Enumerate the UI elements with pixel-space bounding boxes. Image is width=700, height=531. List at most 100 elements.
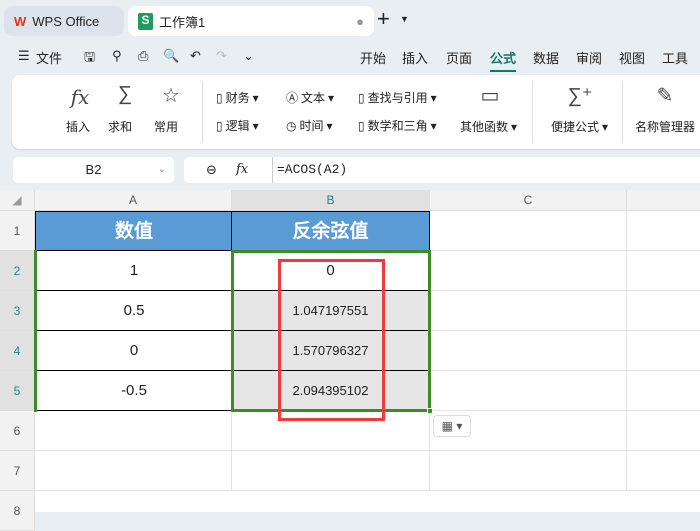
fx-icon[interactable]: fx bbox=[65, 85, 95, 109]
select-all-corner[interactable]: ◢ bbox=[0, 190, 35, 211]
lookup-button[interactable]: ▯ 查找与引用 ▾ bbox=[358, 89, 437, 106]
row-header[interactable]: 8 bbox=[0, 491, 35, 531]
more-icon[interactable]: ⌄ bbox=[243, 48, 254, 64]
cell[interactable] bbox=[35, 451, 232, 491]
menu-file[interactable]: 文件 bbox=[36, 48, 62, 67]
star-icon[interactable]: ☆ bbox=[156, 83, 186, 108]
logic-button[interactable]: ▯ 逻辑 ▾ bbox=[216, 117, 259, 134]
label: 数学和三角 bbox=[367, 119, 428, 133]
cell-a4[interactable]: 0 bbox=[35, 330, 233, 371]
row-header[interactable]: 4 bbox=[0, 331, 35, 371]
share-icon[interactable]: ⚲ bbox=[112, 48, 122, 64]
ribbon: fx 插入 ∑ 求和 ☆ 常用 ▯ 财务 ▾ ▯ 逻辑 ▾ Ⓐ 文本 ▾ ◷ 时间 ▾ … bbox=[12, 75, 700, 149]
row-header[interactable]: 6 bbox=[0, 411, 35, 451]
quick-formula-icon[interactable]: ∑⁺ bbox=[565, 83, 595, 108]
quick-formula-button[interactable]: 便捷公式 ▾ bbox=[551, 118, 608, 135]
cell[interactable] bbox=[627, 291, 700, 331]
finance-button[interactable]: ▯ 财务 ▾ bbox=[216, 89, 259, 106]
cell-a1[interactable]: 数值 bbox=[35, 211, 233, 251]
reference-highlight-a bbox=[34, 250, 37, 412]
column-header-c[interactable]: C bbox=[430, 190, 627, 211]
cell[interactable] bbox=[430, 371, 627, 411]
row-header[interactable]: 1 bbox=[0, 211, 35, 251]
print-icon[interactable]: ⎙ bbox=[138, 48, 148, 64]
spreadsheet-icon: S bbox=[138, 12, 153, 30]
undo-icon[interactable]: ↶ bbox=[190, 48, 201, 64]
cell[interactable] bbox=[627, 331, 700, 371]
hamburger-icon[interactable]: ☰ bbox=[18, 48, 30, 64]
menu-home[interactable]: 开始 bbox=[360, 48, 386, 67]
cell[interactable] bbox=[430, 251, 627, 291]
other-functions-icon[interactable]: ▭ bbox=[475, 83, 505, 108]
menu-tools[interactable]: 工具 bbox=[662, 48, 688, 67]
menu-view[interactable]: 视图 bbox=[619, 48, 645, 67]
cell-a2[interactable]: 1 bbox=[35, 250, 233, 291]
text-icon: Ⓐ bbox=[286, 91, 299, 105]
red-highlight-box bbox=[278, 259, 385, 421]
chevron-down-icon: ⌄ bbox=[157, 164, 166, 175]
name-manager-icon[interactable]: ✎ bbox=[650, 83, 680, 108]
cell-ref: B2 bbox=[85, 162, 102, 177]
sum-button[interactable]: 求和 bbox=[108, 118, 132, 135]
column-header-d[interactable] bbox=[627, 190, 700, 211]
print-preview-icon[interactable]: 🔍 bbox=[163, 48, 179, 64]
lookup-icon: ▯ bbox=[358, 90, 365, 105]
cell-b1[interactable]: 反余弦值 bbox=[231, 211, 430, 251]
save-icon[interactable]: 🖫 bbox=[84, 48, 95, 70]
cell[interactable] bbox=[430, 331, 627, 371]
wps-logo-icon: W bbox=[14, 13, 27, 29]
cell[interactable] bbox=[627, 451, 700, 491]
row-header[interactable]: 5 bbox=[0, 371, 35, 411]
cell[interactable] bbox=[430, 451, 627, 491]
math-button[interactable]: ▯ 数学和三角 ▾ bbox=[358, 117, 437, 134]
insert-function-button[interactable]: 插入 bbox=[66, 118, 90, 135]
menu-page[interactable]: 页面 bbox=[446, 48, 472, 67]
menu-review[interactable]: 审阅 bbox=[576, 48, 602, 67]
new-tab-button[interactable]: + bbox=[377, 6, 390, 32]
finance-icon: ▯ bbox=[216, 90, 223, 105]
fx-icon[interactable]: fx bbox=[236, 157, 248, 183]
column-header-a[interactable]: A bbox=[35, 190, 232, 211]
label: 其他函数 bbox=[460, 120, 509, 134]
column-header-b[interactable]: B bbox=[232, 190, 430, 211]
name-manager-button[interactable]: 名称管理器 bbox=[635, 118, 695, 135]
text-button[interactable]: Ⓐ 文本 ▾ bbox=[286, 89, 334, 106]
cell[interactable] bbox=[627, 411, 700, 451]
common-button[interactable]: 常用 bbox=[154, 118, 178, 135]
menu-data[interactable]: 数据 bbox=[533, 48, 559, 67]
unsaved-dot-icon: ● bbox=[356, 13, 364, 29]
cell[interactable] bbox=[35, 411, 232, 451]
spreadsheet-grid[interactable]: ◢ A B C 1 2 3 4 5 6 7 8 数值 反余弦值 1 0 0.5 … bbox=[0, 190, 700, 531]
tab-label: 工作簿1 bbox=[159, 14, 206, 30]
chevron-down-icon[interactable]: ▼ bbox=[400, 14, 409, 24]
zoom-icon[interactable]: ⊖ bbox=[206, 157, 217, 183]
tab-wps-office[interactable]: W WPS Office bbox=[4, 6, 124, 36]
row-header[interactable]: 7 bbox=[0, 451, 35, 491]
row-header[interactable]: 2 bbox=[0, 251, 35, 291]
label: 便捷公式 bbox=[551, 120, 600, 134]
formula-input[interactable]: =ACOS(A2) bbox=[272, 157, 347, 183]
paste-options-button[interactable]: ▦ ▾ bbox=[433, 415, 471, 437]
sum-icon[interactable]: ∑ bbox=[110, 83, 140, 106]
fill-handle[interactable] bbox=[427, 408, 433, 414]
cell[interactable] bbox=[430, 211, 627, 251]
name-box[interactable]: B2 ⌄ bbox=[13, 157, 174, 183]
tab-workbook[interactable]: S 工作簿1 ● bbox=[128, 6, 374, 36]
cell[interactable] bbox=[232, 451, 430, 491]
menu-formula[interactable]: 公式 bbox=[490, 48, 517, 72]
row-header[interactable]: 3 bbox=[0, 291, 35, 331]
other-functions-button[interactable]: 其他函数 ▾ bbox=[460, 118, 517, 135]
label: 财务 bbox=[225, 91, 250, 105]
cell-a3[interactable]: 0.5 bbox=[35, 290, 233, 331]
time-button[interactable]: ◷ 时间 ▾ bbox=[286, 117, 333, 134]
cell[interactable] bbox=[627, 211, 700, 251]
label: 文本 bbox=[301, 91, 326, 105]
cell[interactable] bbox=[627, 371, 700, 411]
cell[interactable] bbox=[430, 291, 627, 331]
cell-a5[interactable]: -0.5 bbox=[35, 370, 233, 411]
formula-bar[interactable]: ⊖ fx =ACOS(A2) bbox=[184, 157, 700, 183]
redo-icon[interactable]: ↷ bbox=[216, 48, 227, 64]
menu-insert[interactable]: 插入 bbox=[402, 48, 428, 67]
cell[interactable] bbox=[627, 251, 700, 291]
label: 逻辑 bbox=[225, 119, 250, 133]
